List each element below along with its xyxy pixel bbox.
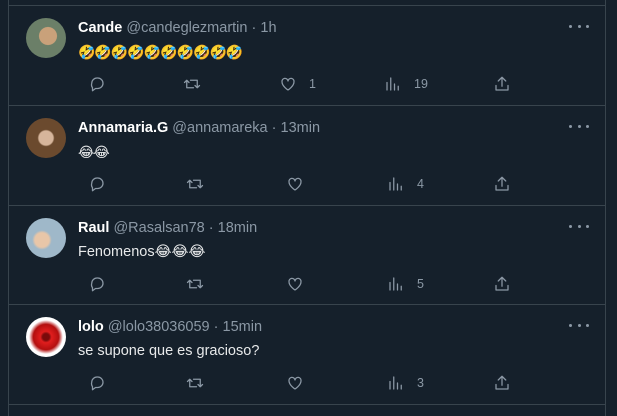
like-icon <box>281 77 295 91</box>
timeline-feed: Cande @candeglezmartin · 1h 🤣🤣🤣🤣🤣🤣🤣🤣🤣🤣 1 <box>8 0 606 416</box>
like-icon <box>288 177 302 191</box>
share-icon <box>495 276 509 291</box>
reply-icon <box>90 277 104 292</box>
avatar[interactable] <box>26 317 66 357</box>
reply-button[interactable] <box>88 373 118 393</box>
views-count: 3 <box>417 376 424 390</box>
tweet-text: Fenomenos😂😂😂 <box>78 244 206 260</box>
share-button[interactable] <box>493 74 511 94</box>
share-button[interactable] <box>493 373 511 393</box>
retweet-button[interactable] <box>186 274 216 294</box>
like-button[interactable] <box>286 373 316 393</box>
views-count: 4 <box>417 177 424 191</box>
action-bar: 1 19 <box>78 74 511 94</box>
tweet-header: Raul @Rasalsan78 · 18min <box>78 220 257 236</box>
views-button[interactable]: 19 <box>384 74 428 94</box>
tweet-text: 🤣🤣🤣🤣🤣🤣🤣🤣🤣🤣 <box>78 44 243 60</box>
like-button[interactable]: 1 <box>279 74 316 94</box>
share-icon <box>495 176 509 191</box>
handle[interactable]: @lolo38036059 <box>108 319 210 335</box>
retweet-button[interactable] <box>183 74 213 94</box>
like-count: 1 <box>309 77 316 91</box>
display-name[interactable]: Annamaria.G <box>78 120 168 136</box>
reply-icon <box>90 376 104 391</box>
handle[interactable]: @annamareka <box>172 120 267 136</box>
timestamp[interactable]: 13min <box>281 120 321 136</box>
tweet-header: Annamaria.G @annamareka · 13min <box>78 120 320 136</box>
reply-button[interactable] <box>88 174 118 194</box>
like-button[interactable] <box>286 174 316 194</box>
tweet-text: 😂😂 <box>78 144 110 160</box>
views-button[interactable]: 5 <box>387 274 424 294</box>
views-button[interactable]: 3 <box>387 373 424 393</box>
more-icon[interactable] <box>569 18 589 34</box>
avatar[interactable] <box>26 18 66 58</box>
retweet-icon <box>183 79 201 89</box>
timestamp[interactable]: 18min <box>218 220 258 236</box>
retweet-icon <box>186 279 204 289</box>
views-icon <box>386 77 399 91</box>
views-icon <box>389 376 402 390</box>
views-button[interactable]: 4 <box>387 174 424 194</box>
like-button[interactable] <box>286 274 316 294</box>
tweet-header: Cande @candeglezmartin · 1h <box>78 20 277 36</box>
share-button[interactable] <box>493 274 511 294</box>
reply-icon <box>90 177 104 192</box>
timestamp[interactable]: 15min <box>223 319 263 335</box>
avatar[interactable] <box>26 118 66 158</box>
tweet[interactable]: Cande @candeglezmartin · 1h 🤣🤣🤣🤣🤣🤣🤣🤣🤣🤣 1 <box>9 6 605 106</box>
retweet-button[interactable] <box>186 174 216 194</box>
action-bar: 4 <box>78 174 511 194</box>
action-bar: 5 <box>78 274 511 294</box>
views-count: 5 <box>417 277 424 291</box>
views-count: 19 <box>414 77 428 91</box>
share-icon <box>495 375 509 390</box>
handle[interactable]: @candeglezmartin <box>126 20 247 36</box>
separator-dot: · <box>213 319 219 335</box>
tweet[interactable]: lolo @lolo38036059 · 15min se supone que… <box>9 305 605 405</box>
avatar[interactable] <box>26 218 66 258</box>
action-bar: 3 <box>78 373 511 393</box>
more-icon[interactable] <box>569 218 589 234</box>
display-name[interactable]: lolo <box>78 319 104 335</box>
tweet[interactable]: Raul @Rasalsan78 · 18min Fenomenos😂😂😂 5 <box>9 206 605 305</box>
display-name[interactable]: Raul <box>78 220 109 236</box>
retweet-button[interactable] <box>186 373 216 393</box>
more-icon[interactable] <box>569 118 589 134</box>
separator-dot: · <box>271 120 277 136</box>
views-icon <box>389 277 402 291</box>
separator-dot: · <box>251 20 257 36</box>
reply-button[interactable] <box>88 274 118 294</box>
separator-dot: · <box>208 220 214 236</box>
like-icon <box>288 376 302 390</box>
reply-button[interactable] <box>88 74 118 94</box>
views-icon <box>389 177 402 191</box>
share-button[interactable] <box>493 174 511 194</box>
tweet-text: se supone que es gracioso? <box>78 343 260 359</box>
more-icon[interactable] <box>569 317 589 333</box>
timestamp[interactable]: 1h <box>260 20 276 36</box>
tweet-header: lolo @lolo38036059 · 15min <box>78 319 262 335</box>
handle[interactable]: @Rasalsan78 <box>113 220 204 236</box>
retweet-icon <box>186 378 204 388</box>
share-icon <box>495 76 509 91</box>
tweet[interactable]: Annamaria.G @annamareka · 13min 😂😂 4 <box>9 106 605 206</box>
reply-icon <box>90 77 104 92</box>
like-icon <box>288 277 302 291</box>
retweet-icon <box>186 179 204 189</box>
display-name[interactable]: Cande <box>78 20 122 36</box>
